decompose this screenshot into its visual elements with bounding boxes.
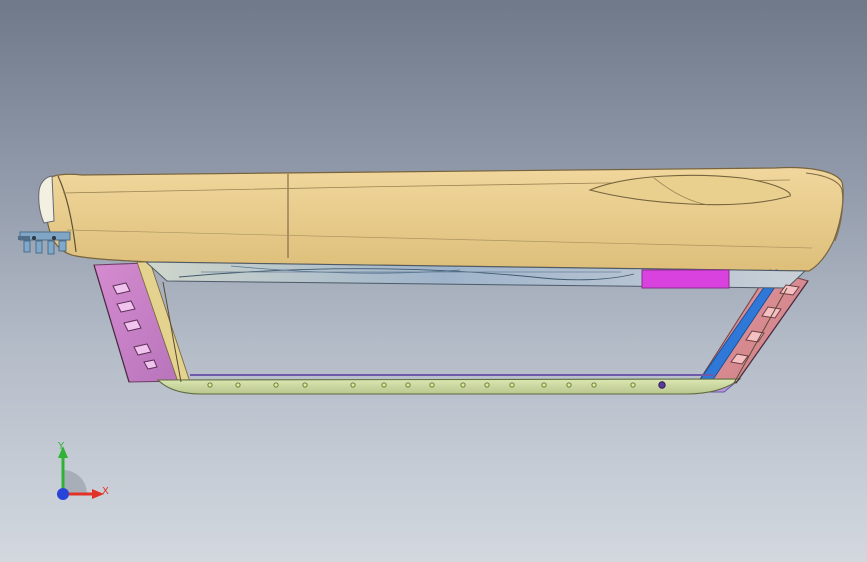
rail-hole bbox=[429, 382, 435, 388]
hinge-bolt-1 bbox=[32, 236, 36, 240]
rail-hole bbox=[509, 382, 515, 388]
magenta-clip-block[interactable] bbox=[641, 269, 730, 289]
rail-hole bbox=[460, 382, 466, 388]
bottom-rail[interactable] bbox=[156, 378, 742, 395]
hinge-bolt-2 bbox=[52, 236, 56, 240]
hinge-pin-1 bbox=[23, 240, 31, 253]
rail-hole bbox=[591, 382, 597, 388]
rail-hole bbox=[381, 382, 387, 388]
rail-hole bbox=[207, 382, 213, 388]
cad-viewport[interactable]: Y X bbox=[0, 0, 867, 562]
coordinate-triad-icon bbox=[57, 446, 104, 500]
rail-screw bbox=[658, 381, 666, 389]
door-assembly-model[interactable] bbox=[0, 0, 867, 562]
z-axis-origin bbox=[57, 488, 69, 500]
rail-hole bbox=[235, 382, 241, 388]
hinge-bracket bbox=[38, 175, 55, 224]
hinge-pin-4 bbox=[58, 240, 67, 252]
rail-hole bbox=[405, 382, 411, 388]
x-axis-label: X bbox=[102, 486, 109, 497]
upper-door-panel[interactable] bbox=[43, 166, 844, 272]
coordinate-triad: Y X bbox=[40, 436, 120, 512]
rail-hole bbox=[566, 382, 572, 388]
hinge-pin-3 bbox=[47, 240, 55, 255]
rail-hole bbox=[484, 382, 490, 388]
rail-hole bbox=[350, 382, 356, 388]
hinge-pin-2 bbox=[35, 240, 43, 254]
rail-hole bbox=[630, 382, 636, 388]
window-frame-assembly[interactable] bbox=[93, 261, 809, 395]
y-axis-label: Y bbox=[58, 441, 65, 452]
hinge-connector bbox=[18, 236, 30, 240]
rail-hole bbox=[273, 382, 279, 388]
rail-hole bbox=[302, 382, 308, 388]
rail-hole bbox=[541, 382, 547, 388]
